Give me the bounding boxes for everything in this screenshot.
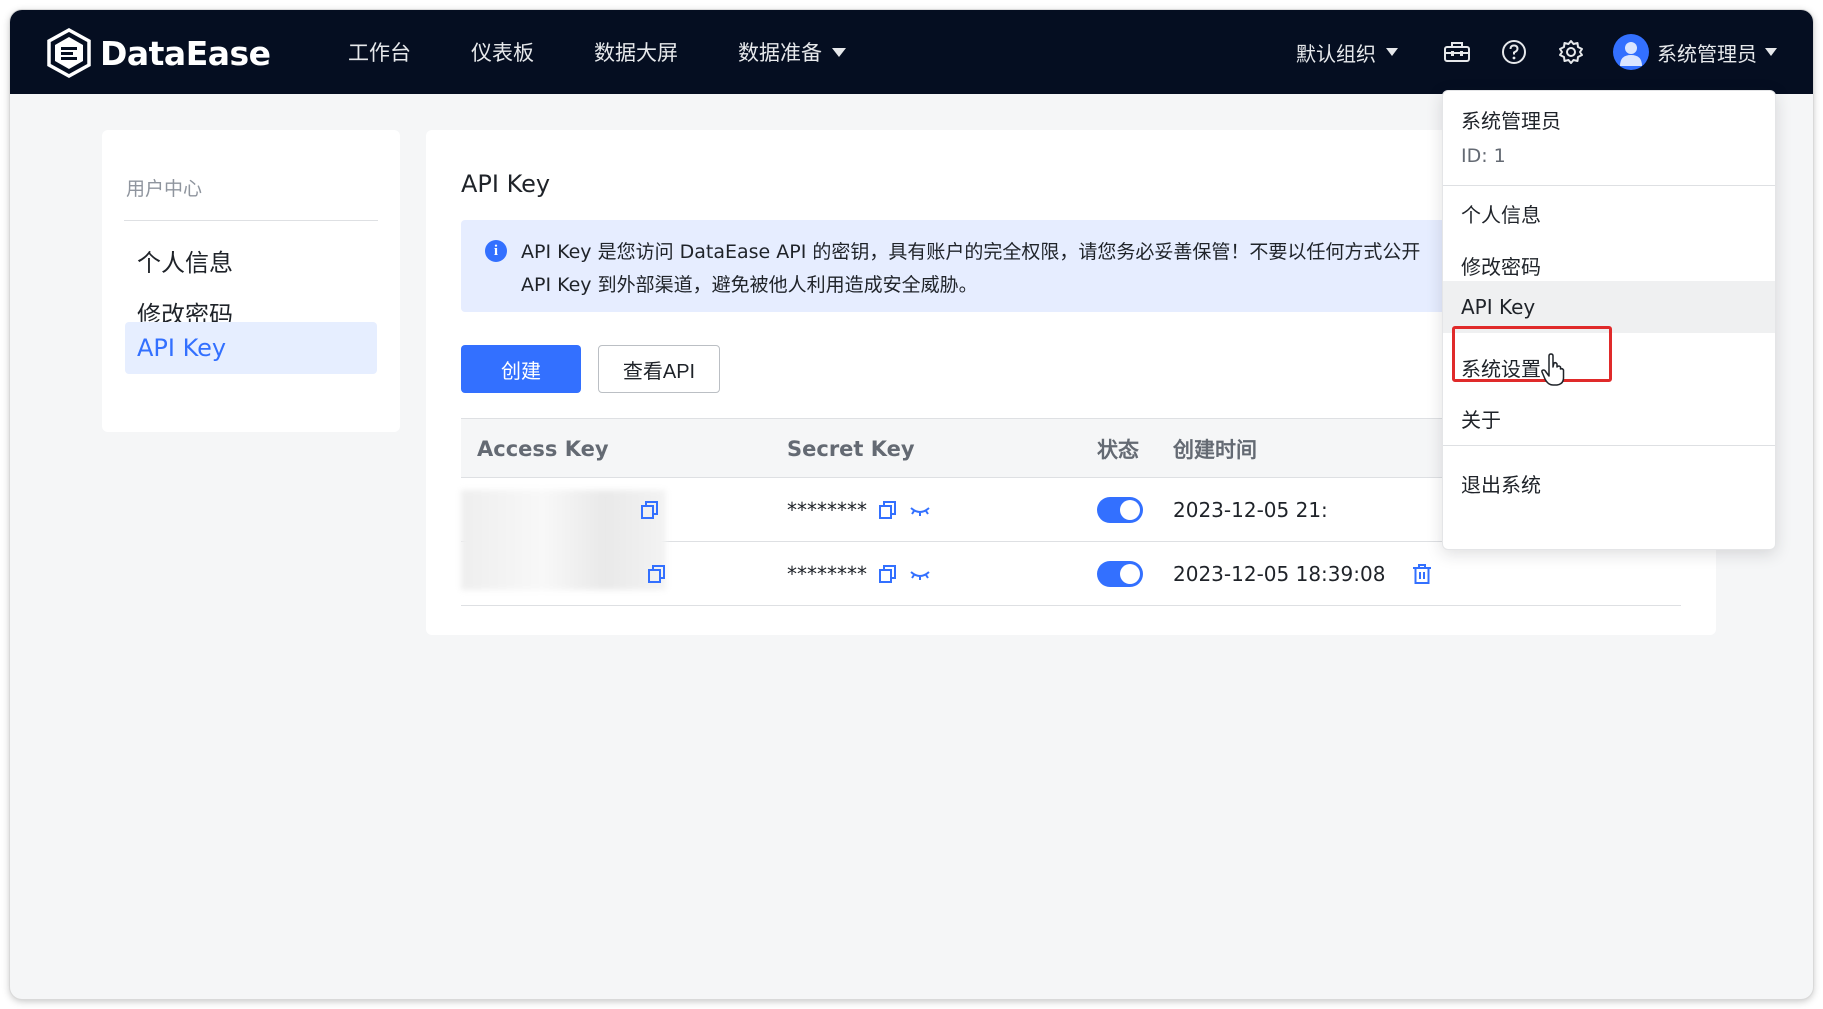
eye-closed-icon[interactable] — [909, 563, 931, 585]
top-navbar: DataEase 工作台 仪表板 数据大屏 数据准备 默认组织 系统管理员 — [10, 10, 1813, 94]
status-toggle[interactable] — [1097, 561, 1143, 587]
status-toggle[interactable] — [1097, 497, 1143, 523]
copy-icon[interactable] — [877, 563, 899, 585]
hand-cursor-icon — [1541, 353, 1565, 386]
column-header: 创建时间 — [1173, 438, 1257, 462]
nav-item-data-screen[interactable]: 数据大屏 — [594, 37, 678, 67]
menu-item-profile[interactable]: 个人信息 — [1443, 183, 1775, 243]
sidebar-title: 用户中心 — [126, 178, 203, 200]
header-tools: 默认组织 系统管理员 — [1296, 10, 1777, 94]
page-title: API Key — [461, 170, 551, 198]
logo[interactable]: DataEase — [46, 28, 271, 78]
alert-text: API Key 是您访问 DataEase API 的密钥，具有账户的完全权限，… — [521, 241, 1421, 296]
eye-closed-icon[interactable] — [909, 499, 931, 521]
gear-icon[interactable] — [1556, 37, 1586, 67]
dropdown-user-id: ID: 1 — [1461, 145, 1506, 167]
nav-label: 工作台 — [348, 41, 411, 65]
copy-icon[interactable] — [877, 499, 899, 521]
created-time: 2023-12-05 18:39:08 — [1173, 562, 1386, 586]
secret-key-masked: ******** — [787, 498, 867, 522]
column-header: Secret Key — [787, 437, 915, 461]
nav-item-data-prep[interactable]: 数据准备 — [738, 37, 846, 67]
caret-down-icon — [1765, 48, 1777, 56]
caret-down-icon — [1386, 48, 1398, 56]
status-cell — [1097, 542, 1143, 606]
dataease-logo-icon — [47, 28, 91, 78]
org-label: 默认组织 — [1296, 41, 1376, 66]
divider — [124, 220, 378, 221]
nav-item-dashboard[interactable]: 仪表板 — [471, 37, 534, 67]
nav-item-workbench[interactable]: 工作台 — [348, 37, 411, 67]
table-row: ******** 2023-12-05 18:39:08 — [461, 542, 1681, 606]
secret-key-masked: ******** — [787, 562, 867, 586]
copy-icon[interactable] — [646, 542, 668, 606]
created-time: 2023-12-05 21: — [1173, 498, 1328, 522]
dropdown-user-name: 系统管理员 — [1461, 109, 1561, 133]
main-nav: 工作台 仪表板 数据大屏 数据准备 — [348, 10, 906, 94]
column-header: Access Key — [477, 437, 609, 461]
view-api-button[interactable]: 查看API — [598, 345, 720, 393]
logo-text: DataEase — [100, 33, 271, 73]
org-selector[interactable]: 默认组织 — [1296, 38, 1398, 67]
divider — [1443, 445, 1775, 446]
menu-item-about[interactable]: 关于 — [1443, 388, 1775, 448]
user-menu[interactable]: 系统管理员 — [1613, 34, 1777, 70]
copy-icon[interactable] — [639, 478, 661, 542]
menu-item-logout[interactable]: 退出系统 — [1443, 453, 1775, 513]
nav-label: 数据准备 — [738, 41, 822, 65]
user-name: 系统管理员 — [1657, 41, 1757, 66]
status-cell — [1097, 478, 1143, 542]
create-button[interactable]: 创建 — [461, 345, 581, 393]
help-icon[interactable] — [1499, 37, 1529, 67]
highlight-box — [1452, 326, 1612, 382]
app-window: DataEase 工作台 仪表板 数据大屏 数据准备 默认组织 系统管理员 用户… — [10, 10, 1813, 999]
user-center-sidebar: 用户中心 个人信息 修改密码 API Key — [102, 130, 400, 432]
toolbox-icon[interactable] — [1442, 37, 1472, 67]
avatar — [1613, 34, 1649, 70]
sidebar-item-api-key[interactable]: API Key — [125, 322, 377, 374]
trash-icon[interactable] — [1411, 542, 1433, 606]
sidebar-item-profile[interactable]: 个人信息 — [125, 230, 377, 290]
caret-down-icon — [832, 47, 846, 57]
nav-label: 数据大屏 — [594, 41, 678, 65]
column-header: 状态 — [1097, 438, 1139, 462]
secret-key-cell: ******** — [787, 478, 931, 542]
secret-key-cell: ******** — [787, 542, 931, 606]
info-icon: i — [485, 240, 507, 262]
nav-label: 仪表板 — [471, 41, 534, 65]
user-dropdown-menu: 系统管理员 ID: 1 个人信息 修改密码 API Key 系统设置 关于 退出… — [1442, 90, 1776, 550]
